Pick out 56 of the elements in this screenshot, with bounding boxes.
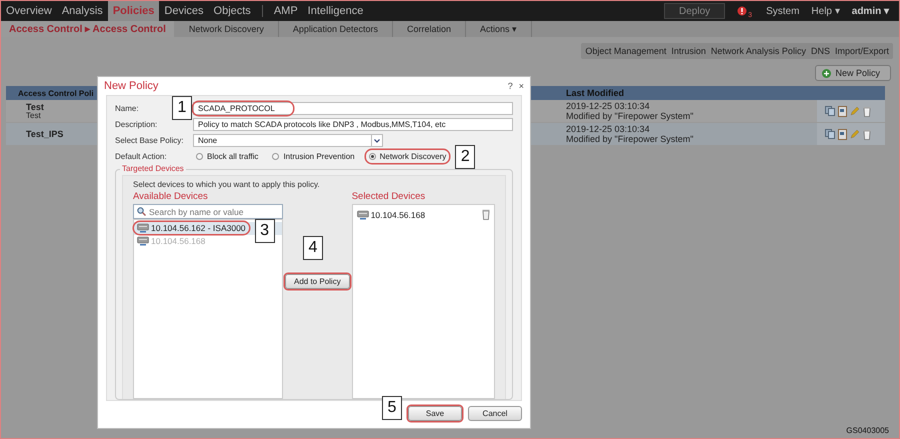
sub-tab[interactable]: Application Detectors [278, 21, 393, 37]
add-to-policy-button[interactable]: Add to Policy [285, 274, 350, 289]
image-id: GS0403005 [846, 426, 889, 435]
nav-tab[interactable]: Devices [159, 1, 209, 21]
column-header: Access Control Poli [17, 88, 95, 98]
step-number: 4 [303, 236, 323, 260]
policy-description: Test [26, 112, 41, 120]
policy-name: Test [26, 102, 44, 112]
nav-tab[interactable]: Objects [208, 1, 256, 21]
deploy-button[interactable]: Deploy [664, 3, 726, 19]
field-label: Select Base Policy: [115, 136, 184, 145]
step-number: 2 [455, 145, 476, 169]
field-label: Default Action: [115, 152, 167, 161]
step-number: 5 [382, 396, 402, 420]
list-heading: Available Devices [133, 191, 209, 202]
search-field[interactable]: Search by name or value [133, 204, 283, 219]
modified-date: 2019-12-25 03:10:34 [566, 124, 651, 134]
sub-tab[interactable]: Network Discovery [174, 21, 279, 37]
field-label: Description: [115, 120, 158, 129]
modified-by: Modified by "Firepower System" [566, 111, 694, 121]
radio-option[interactable]: Intrusion Prevention [269, 150, 358, 163]
step-number: 1 [172, 96, 192, 120]
user-menu[interactable]: admin ▾ [846, 1, 899, 21]
toolbar-link[interactable]: Intrusion [671, 46, 706, 56]
sub-tab[interactable]: Correlation [392, 21, 466, 37]
device-label: 10.104.56.168 [370, 210, 426, 220]
system-menu[interactable]: System [760, 1, 806, 21]
group-legend: Targeted Devices [120, 164, 186, 173]
nav-tab[interactable]: AMP [268, 1, 303, 21]
toolbar-link[interactable]: DNS [810, 46, 830, 56]
toolbar-link[interactable]: Object Management [585, 46, 666, 56]
field-label: Name: [115, 104, 139, 113]
help-menu[interactable]: Help ▾ [805, 1, 846, 21]
instruction-text: Select devices to which you want to apply this policy. [133, 180, 321, 189]
help-button[interactable]: ? [508, 81, 513, 91]
sub-tab[interactable]: Actions ▾ [466, 21, 532, 37]
dialog-title: New Policy [104, 80, 160, 92]
toolbar-link[interactable]: Network Analysis Policy [710, 46, 806, 56]
nav-tab[interactable]: Intelligence [302, 1, 368, 21]
text-field[interactable]: SCADA_PROTOCOL [193, 102, 513, 115]
cancel-button[interactable]: Cancel [468, 406, 522, 421]
nav-tab[interactable]: Analysis [56, 1, 108, 21]
radio-option[interactable]: Block all traffic [193, 150, 262, 163]
base-policy-select[interactable]: None [193, 134, 383, 147]
close-button[interactable]: × [518, 81, 524, 91]
save-button[interactable]: Save [408, 406, 462, 421]
column-header: Last Modified [566, 88, 625, 98]
text-field[interactable]: Policy to match SCADA protocols like DNP3 , Modbus,MMS,T104, etc [193, 118, 513, 131]
nav-tab[interactable]: Overview [1, 1, 57, 21]
list-heading: Selected Devices [352, 191, 426, 202]
step-number: 3 [254, 219, 275, 243]
modified-by: Modified by "Firepower System" [566, 134, 694, 144]
new-policy-button[interactable]: New Policy [815, 65, 891, 81]
policy-name: Test_IPS [26, 129, 64, 139]
modified-date: 2019-12-25 03:10:34 [566, 101, 651, 111]
toolbar-link[interactable]: Import/Export [834, 46, 889, 56]
